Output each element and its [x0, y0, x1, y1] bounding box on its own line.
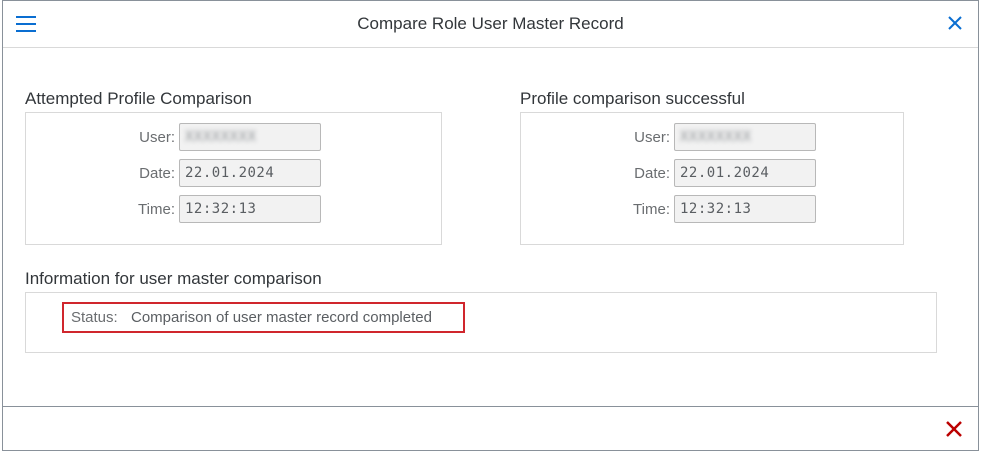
attempted-user-value: XXXXXXXX — [185, 129, 257, 145]
dialog-title: Compare Role User Master Record — [357, 14, 624, 33]
successful-time-field[interactable]: 12:32:13 — [674, 195, 816, 223]
successful-time-label: Time: — [633, 201, 670, 218]
cancel-icon[interactable] — [944, 419, 964, 439]
status-label: Status: — [71, 309, 118, 326]
info-heading: Information for user master comparison — [25, 269, 322, 288]
attempted-user-field[interactable]: XXXXXXXX — [179, 123, 321, 151]
successful-heading: Profile comparison successful — [520, 89, 745, 108]
status-highlight: Status: Comparison of user master record… — [62, 302, 465, 333]
successful-user-value: XXXXXXXX — [680, 129, 752, 145]
attempted-date-field[interactable]: 22.01.2024 — [179, 159, 321, 187]
status-value: Comparison of user master record complet… — [131, 309, 432, 326]
attempted-time-field[interactable]: 12:32:13 — [179, 195, 321, 223]
successful-user-field[interactable]: XXXXXXXX — [674, 123, 816, 151]
successful-date-field[interactable]: 22.01.2024 — [674, 159, 816, 187]
successful-date-label: Date: — [634, 165, 670, 182]
footer-divider — [3, 406, 978, 407]
close-icon[interactable] — [946, 14, 964, 32]
attempted-time-label: Time: — [138, 201, 175, 218]
attempted-heading: Attempted Profile Comparison — [25, 89, 252, 108]
attempted-date-label: Date: — [139, 165, 175, 182]
successful-user-label: User: — [634, 129, 670, 146]
dialog-header: Compare Role User Master Record — [3, 1, 978, 48]
compare-dialog: Compare Role User Master Record Attempte… — [2, 0, 979, 451]
attempted-user-label: User: — [139, 129, 175, 146]
